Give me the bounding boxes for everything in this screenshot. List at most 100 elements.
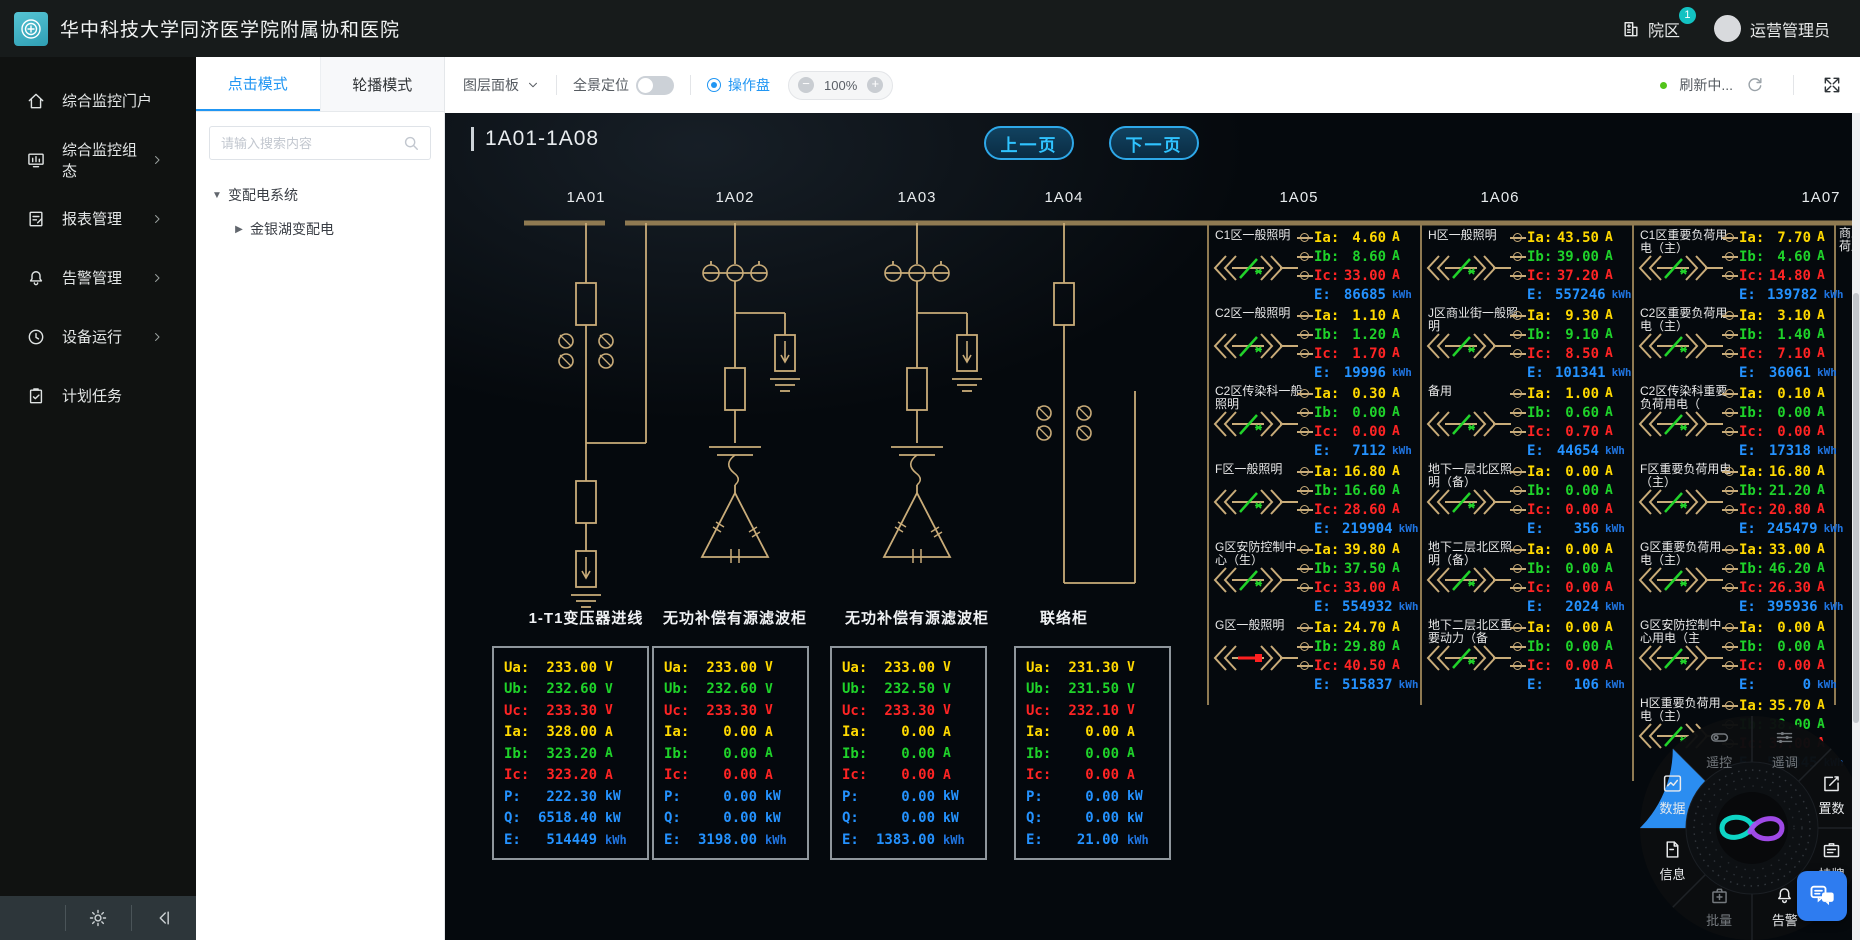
avatar: [1714, 15, 1741, 42]
sidebar-collapse-button[interactable]: [132, 908, 196, 928]
search-input[interactable]: [219, 135, 401, 152]
meter-label: Ic:: [842, 767, 876, 783]
meter-unit: kW: [1127, 789, 1161, 804]
meter-value: 222.30: [538, 789, 605, 805]
feeder-row-label: E:: [1527, 677, 1555, 693]
feeder-row-label: Ib:: [1527, 405, 1555, 421]
feeder-row-label: Ic:: [1527, 502, 1555, 518]
chat-button[interactable]: [1797, 871, 1847, 921]
meter-unit: A: [1127, 768, 1161, 783]
meter-unit: A: [765, 768, 799, 783]
radial-item-批量[interactable]: 批量: [1689, 885, 1749, 929]
meter-label: P:: [1026, 789, 1060, 805]
feeder-row-value: 21.20: [1767, 483, 1817, 499]
meter-unit: A: [943, 725, 977, 740]
prev-page-button[interactable]: 上一页: [984, 126, 1074, 160]
theme-toggle-button[interactable]: [66, 908, 130, 928]
radial-item-信息[interactable]: 信息: [1643, 839, 1703, 883]
page-scrollbar[interactable]: [1852, 113, 1860, 940]
meter-unit: A: [943, 746, 977, 761]
feeder-row-value: 0.00: [1342, 405, 1392, 421]
feeder-row-value: 1.40: [1767, 327, 1817, 343]
operation-pad-radio[interactable]: 操作盘: [707, 75, 770, 95]
next-page-button[interactable]: 下一页: [1109, 126, 1199, 160]
tab-carousel-mode[interactable]: 轮播模式: [320, 57, 445, 111]
meter-unit: A: [943, 768, 977, 783]
meter-value: 6518.40: [538, 810, 605, 826]
radial-item-遥控[interactable]: 遥控: [1689, 727, 1749, 771]
chevron-right-icon: [150, 212, 164, 226]
fullscreen-icon[interactable]: [1822, 75, 1842, 95]
campus-button[interactable]: 院区 1: [1621, 17, 1680, 41]
tree-node-jinyinhu[interactable]: ▶ 金银湖变配电: [196, 212, 444, 246]
feeder-row-Ib: Ib:46.20A: [1725, 559, 1843, 578]
feeder-row-unit: A: [1605, 424, 1631, 439]
refresh-icon[interactable]: [1745, 75, 1765, 95]
bay-caption-4: 联络柜: [969, 607, 1159, 628]
switch-open-green-icon: [1212, 486, 1298, 523]
sun-icon: [88, 908, 108, 928]
ct-icon: [1725, 349, 1734, 358]
sidebar-item-6[interactable]: 计划任务: [0, 366, 196, 425]
feeder-row-label: Ic:: [1527, 580, 1555, 596]
feeder-entry: G区一般照明Ia:24.70AIb:29.80AIc:40.50AE:51583…: [1212, 618, 1418, 696]
feeder-label: C2区一般照明: [1215, 307, 1307, 320]
feeder-row-label: Ic:: [1314, 502, 1342, 518]
sidebar-item-1[interactable]: 综合监控门户: [0, 71, 196, 130]
feeder-row-Ic: Ic:28.60A: [1300, 500, 1418, 519]
feeder-entry: C1区重要负荷用电（主）Ia:7.70AIb:4.60AIc:14.80AE:1…: [1637, 228, 1843, 306]
page-title: 华中科技大学同济医学院附属协和医院: [60, 15, 400, 42]
feeder-row-label: Ic:: [1527, 346, 1555, 362]
sidebar: 综合监控门户综合监控组态报表管理告警管理设备运行计划任务: [0, 57, 196, 940]
feeder-column-1A06: H区一般照明Ia:43.50AIb:39.00AIc:37.20AE:55724…: [1425, 228, 1631, 696]
switch-open-green-icon: [1425, 642, 1511, 679]
zoom-in-button[interactable]: +: [867, 77, 883, 93]
feeder-row-unit: A: [1392, 502, 1418, 517]
sidebar-item-4[interactable]: 告警管理: [0, 248, 196, 307]
switch-open-green-icon: [1212, 252, 1298, 289]
layer-panel-button[interactable]: 图层面板: [463, 75, 540, 95]
feeder-row-label: Ib:: [1314, 249, 1342, 265]
feeder-row-value: 0.00: [1767, 424, 1817, 440]
feeder-row-label: Ib:: [1314, 405, 1342, 421]
feeder-row-label: Ib:: [1739, 327, 1767, 343]
sidebar-item-3[interactable]: 报表管理: [0, 189, 196, 248]
feeder-row-unit: kWh: [1817, 678, 1843, 691]
feeder-row-value: 36061: [1767, 365, 1817, 381]
feeder-row-unit: A: [1392, 658, 1418, 673]
radial-item-label: 遥控: [1689, 752, 1749, 771]
feeder-row-label: Ib:: [1527, 561, 1555, 577]
meter-label: Q:: [1026, 810, 1060, 826]
feeder-row-Ia: Ia:1.10A: [1300, 306, 1418, 325]
meter-label: Ib:: [664, 746, 698, 762]
sidebar-item-2[interactable]: 综合监控组态: [0, 130, 196, 189]
feeder-row-value: 28.60: [1342, 502, 1392, 518]
meter-label: Ic:: [1026, 767, 1060, 783]
radial-item-数据[interactable]: 数据: [1643, 773, 1703, 817]
meter-label: Ia:: [664, 724, 698, 740]
feeder-row-E: E:106kWh: [1513, 675, 1631, 694]
feeder-row-label: Ib:: [1739, 249, 1767, 265]
sidebar-item-5[interactable]: 设备运行: [0, 307, 196, 366]
zoom-out-button[interactable]: −: [798, 77, 814, 93]
tasks-icon: [26, 386, 46, 406]
meter-label: Ua:: [1026, 660, 1060, 676]
radial-item-遥调[interactable]: 遥调: [1755, 727, 1815, 771]
ct-icon: [1513, 642, 1522, 651]
meter-label: Ib:: [504, 746, 538, 762]
feeder-row-unit: kWh: [1612, 288, 1638, 301]
ct-icon: [1513, 623, 1522, 632]
ct-icon: [1513, 389, 1522, 398]
feeder-row-unit: A: [1817, 639, 1843, 654]
tree-node-power-system[interactable]: ▼ 变配电系统: [196, 178, 444, 212]
panorama-toggle[interactable]: [636, 76, 674, 95]
feeder-readouts: Ia:3.10AIb:1.40AIc:7.10AE:36061kWh: [1725, 306, 1843, 382]
scrollbar-thumb[interactable]: [1853, 293, 1859, 723]
user-menu[interactable]: 运营管理员: [1714, 15, 1830, 42]
meter-unit: kWh: [1127, 833, 1161, 847]
meter-value: 0.00: [698, 789, 765, 805]
switch-open-green-icon: [1425, 330, 1511, 367]
feeder-row-value: 16.80: [1767, 464, 1817, 480]
feeder-row-E: E:36061kWh: [1725, 363, 1843, 382]
tab-click-mode[interactable]: 点击模式: [196, 57, 320, 111]
